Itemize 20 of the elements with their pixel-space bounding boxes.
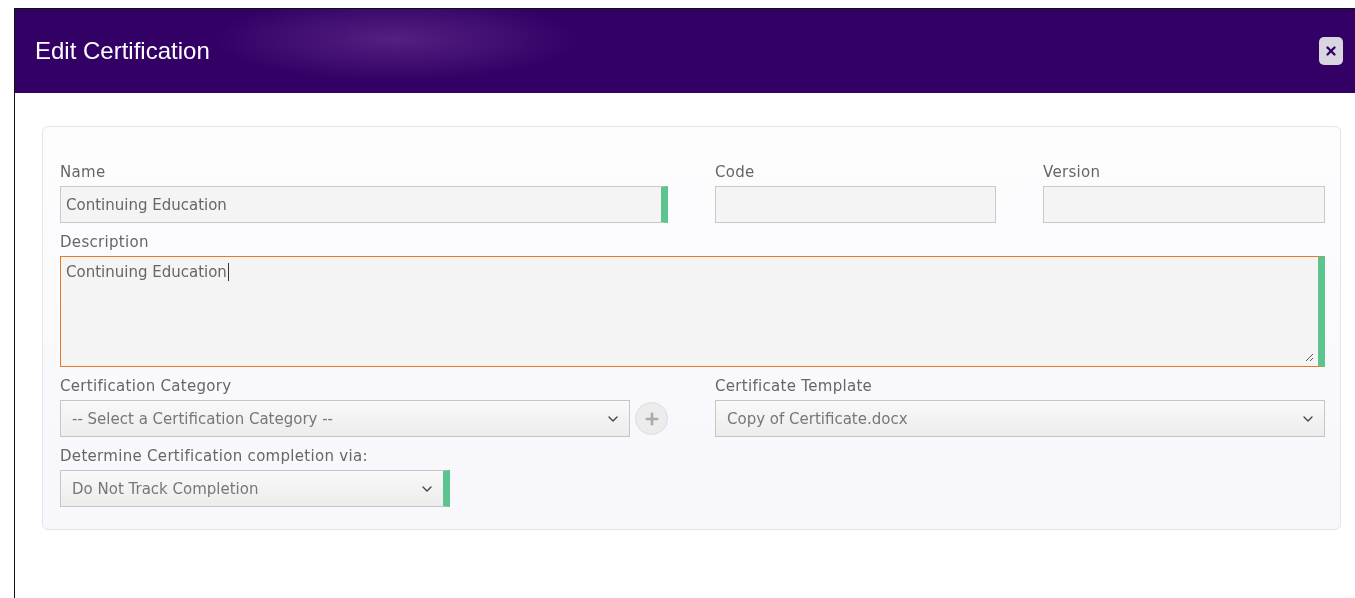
field-label: Description <box>60 233 150 251</box>
select-dropdown[interactable]: Copy of Certificate.docx <box>715 400 1325 437</box>
dialog-title: Edit Certification <box>35 37 210 65</box>
text-field[interactable] <box>715 186 996 223</box>
close-icon <box>1324 44 1338 58</box>
add-button[interactable] <box>635 402 668 435</box>
textarea-field[interactable]: Continuing Education <box>60 256 1325 367</box>
text-field[interactable]: Continuing Education <box>60 186 668 223</box>
text-cursor <box>227 263 229 281</box>
text-field[interactable] <box>1043 186 1325 223</box>
resize-handle-icon[interactable] <box>1304 352 1314 362</box>
field-label: Certification Category <box>60 377 233 395</box>
field-label: Determine Certification completion via: <box>60 447 369 465</box>
field-label: Version <box>1043 163 1102 181</box>
field-label: Certificate Template <box>715 377 874 395</box>
field-label: Code <box>715 163 756 181</box>
select-dropdown[interactable]: -- Select a Certification Category -- <box>60 400 630 437</box>
field-label: Name <box>60 163 107 181</box>
select-dropdown[interactable]: Do Not Track Completion <box>60 470 450 507</box>
close-button[interactable] <box>1319 37 1343 65</box>
